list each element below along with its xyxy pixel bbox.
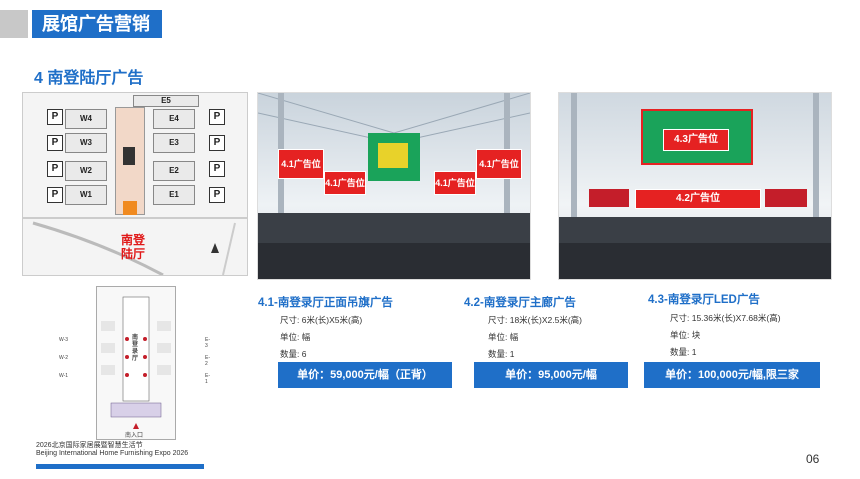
ad-4-1-unit: 单位: 幅 [280,332,311,342]
ad-spot-4-1: 4.1广告位 [434,171,476,195]
ad-4-1-price: 单价：59,000元/幅（正背） [278,362,452,388]
floor-plan-west-1: W-1 [59,373,69,379]
ad-4-2-title: 4.2-南登录厅主廊广告 [464,297,576,309]
header-accent [0,10,28,38]
venue-map: E5 W4 W3 W2 W1 E4 E3 E2 E1 P P P P P P P… [22,92,248,276]
ad-spot-4-2: 4.2广告位 [635,189,761,209]
floor-plan-center-label: 南登录厅 [132,335,139,362]
floor-plan-drawing [101,296,171,429]
ad-4-1-qty: 数量: 6 [280,349,307,359]
ad-4-2-size: 尺寸: 18米(长)X2.5米(高) [488,315,582,325]
south-hall-label-2: 陆厅 [121,247,146,261]
south-hall-label-1: 南登 [121,233,146,247]
floor-plan-west-2: W-2 [59,355,69,361]
floor-plan-east-3: E-3 [205,337,210,349]
floor-plan-east-2: E-2 [205,355,210,367]
floor-plan-entrance: 南入口 [125,433,144,439]
floor-plan: 南登录厅 W-3 W-2 W-1 E-3 E-2 E-1 南入口 [59,286,210,440]
ad-4-2-unit: 单位: 幅 [488,332,519,342]
photo-led-screen: 4.3广告位 4.2广告位 [558,92,832,280]
ad-4-2-price: 单价：95,000元/幅 [474,362,628,388]
ad-4-1-title: 4.1-南登录厅正面吊旗广告 [258,297,393,309]
hall-photo-image [258,93,530,279]
page-number: 06 [806,452,820,466]
photo-hanging-flags: 4.1广告位 4.1广告位 4.1广告位 4.1广告位 [257,92,531,280]
ad-4-3-title: 4.3-南登录厅LED广告 [648,294,760,306]
ad-spot-4-1: 4.1广告位 [476,149,522,179]
ad-4-2-qty: 数量: 1 [488,349,515,359]
ad-spot-4-3: 4.3广告位 [663,129,729,151]
footer-event-name: 2026北京国际家居展暨智慧生活节 [36,442,143,449]
page-title: 展馆广告营销 [32,10,162,38]
footer-bar [36,464,204,469]
ad-4-3-unit: 单位: 块 [670,330,701,340]
ad-spot-4-1: 4.1广告位 [324,171,366,195]
ad-4-3-qty: 数量: 1 [670,347,697,357]
ad-spot-4-1: 4.1广告位 [278,149,324,179]
ad-4-3-price: 单价：100,000元/幅,限三家 [644,362,820,388]
ad-4-1-size: 尺寸: 6米(长)X5米(高) [280,315,363,325]
section-title: 4 南登陆厅广告 [34,70,144,87]
ad-4-3-size: 尺寸: 15.36米(长)X7.68米(高) [670,313,781,323]
floor-plan-east-1: E-1 [205,373,210,385]
floor-plan-west-3: W-3 [59,337,69,343]
footer-event-name-en: Beijing International Home Furnishing Ex… [36,450,189,457]
